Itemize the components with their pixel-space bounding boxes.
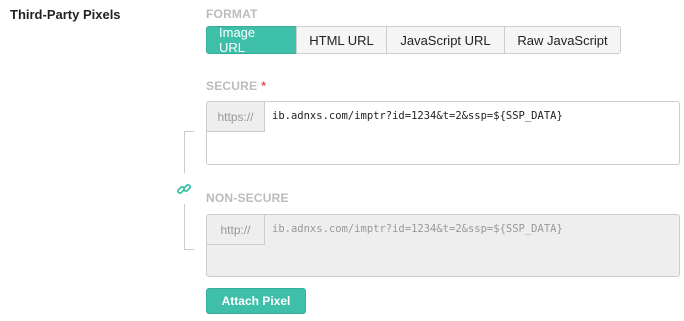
section-label: Third-Party Pixels — [10, 7, 121, 22]
link-bracket-top — [184, 131, 194, 173]
link-bracket-bottom — [184, 204, 194, 250]
format-label: FORMAT — [206, 7, 258, 21]
non-secure-url-field: http:// ib.adnxs.com/imptr?id=1234&t=2&s… — [206, 214, 680, 277]
secure-url-value: ib.adnxs.com/imptr?id=1234&t=2&ssp=${SSP… — [272, 110, 563, 122]
non-secure-url-value: ib.adnxs.com/imptr?id=1234&t=2&ssp=${SSP… — [272, 223, 563, 235]
format-selector: Image URL HTML URL JavaScript URL Raw Ja… — [206, 25, 621, 55]
secure-label-text: SECURE — [206, 79, 258, 93]
format-option-html-url[interactable]: HTML URL — [296, 26, 387, 54]
format-option-image-url[interactable]: Image URL — [206, 25, 297, 55]
required-marker: * — [261, 79, 267, 93]
attach-pixel-button[interactable]: Attach Pixel — [206, 288, 306, 314]
link-icon[interactable] — [175, 180, 193, 198]
format-option-javascript-url[interactable]: JavaScript URL — [386, 26, 505, 54]
secure-label: SECURE * — [206, 79, 266, 93]
secure-protocol-prefix: https:// — [207, 102, 265, 132]
non-secure-label: NON-SECURE — [206, 191, 289, 205]
secure-url-field[interactable]: https:// ib.adnxs.com/imptr?id=1234&t=2&… — [206, 101, 680, 165]
non-secure-protocol-prefix: http:// — [207, 215, 265, 245]
format-option-raw-javascript[interactable]: Raw JavaScript — [504, 26, 621, 54]
